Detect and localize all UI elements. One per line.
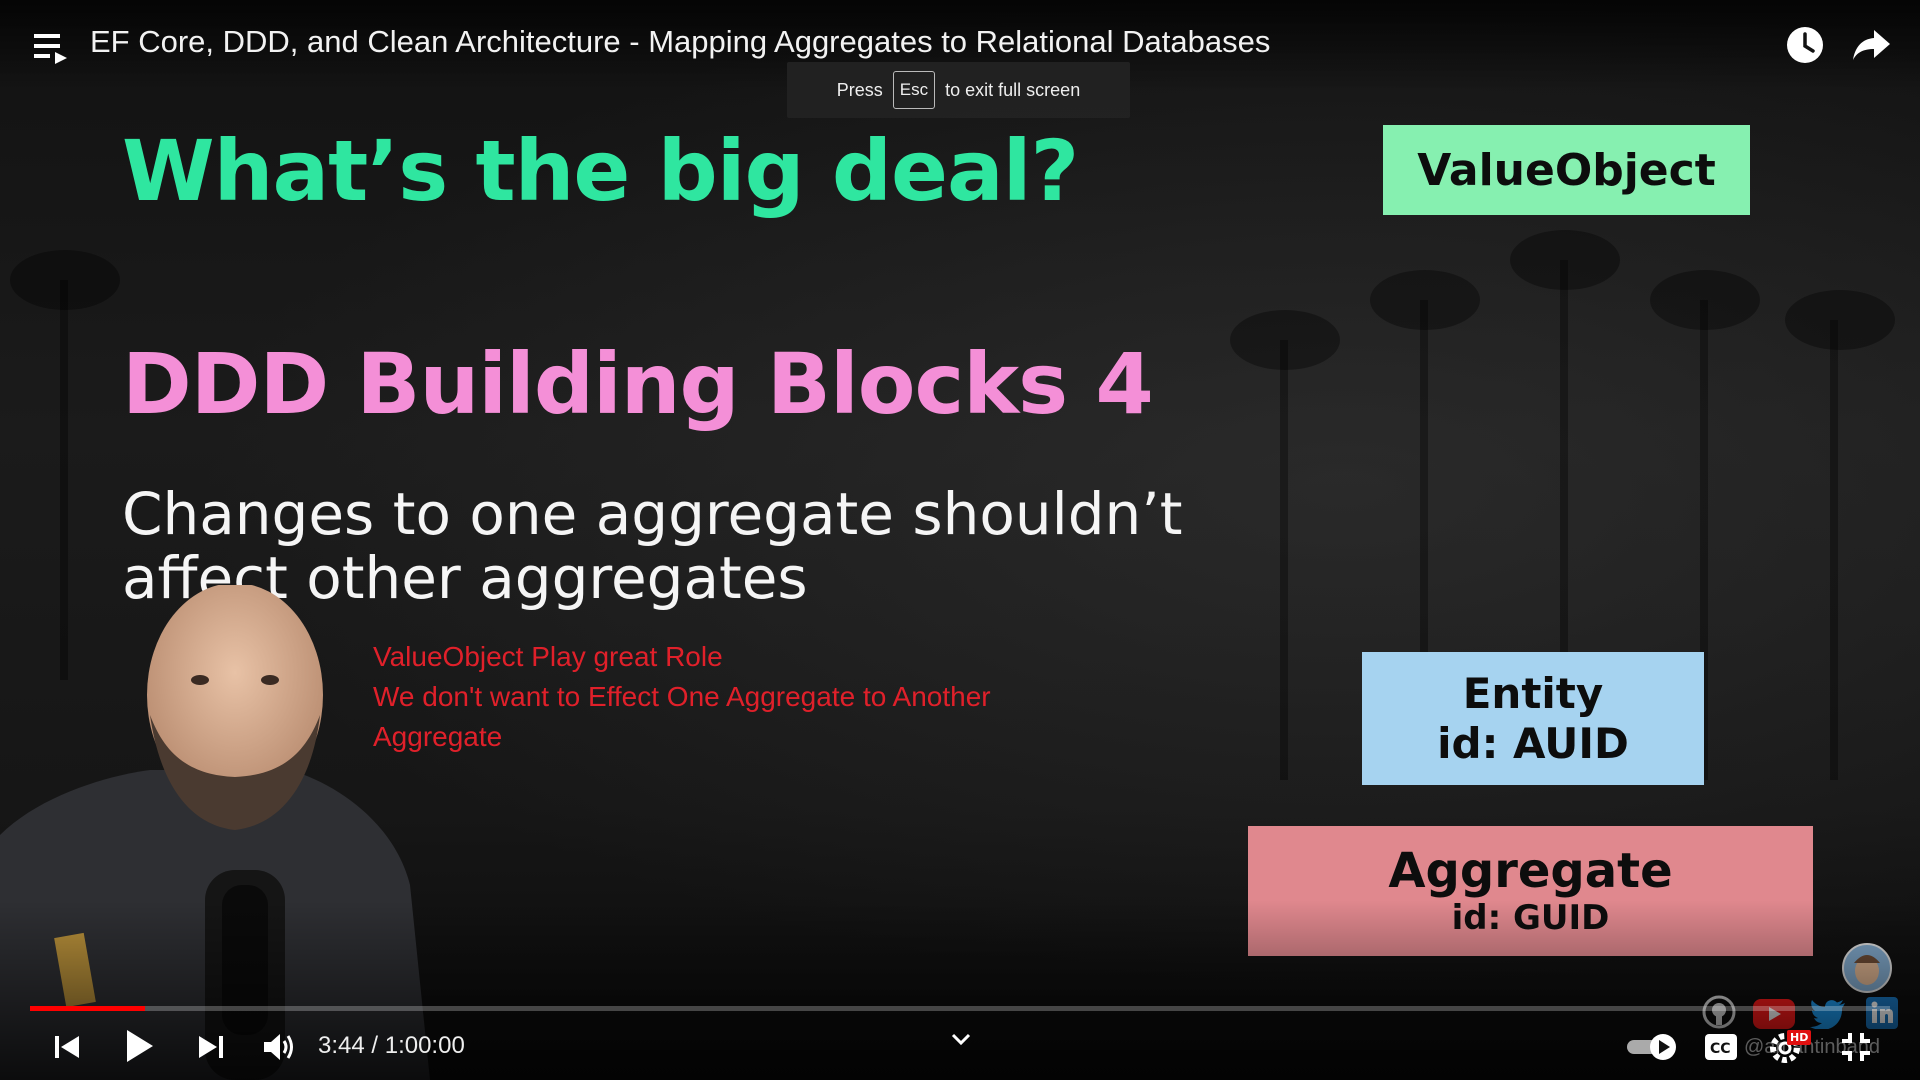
play-icon[interactable] [125, 1028, 155, 1064]
next-icon[interactable] [197, 1033, 225, 1061]
entity-id: id: AUID [1437, 718, 1629, 768]
aggregate-title: Aggregate [1388, 843, 1673, 899]
slide-heading: What’s the big deal? [122, 122, 1079, 220]
svg-text:CC: CC [1710, 1041, 1731, 1057]
progress-bar[interactable] [30, 1006, 1890, 1011]
valueobject-label: ValueObject [1417, 144, 1716, 196]
watch-later-icon[interactable] [1785, 25, 1825, 65]
fullscreen-toast: Press Esc to exit full screen [787, 62, 1130, 118]
time-display: 3:44 / 1:00:00 [318, 1032, 465, 1059]
chevron-down-icon[interactable] [950, 1032, 972, 1048]
annotation-line: We don't want to Effect One Aggregate to… [373, 681, 991, 712]
video-title[interactable]: EF Core, DDD, and Clean Architecture - M… [90, 24, 1270, 60]
entity-title: Entity [1462, 668, 1604, 718]
hd-badge: HD [1787, 1030, 1812, 1045]
previous-icon[interactable] [53, 1033, 81, 1061]
playlist-icon[interactable] [34, 32, 68, 64]
autoplay-toggle[interactable] [1625, 1032, 1681, 1062]
toast-press-text: Press [836, 79, 883, 100]
video-player[interactable]: EF Core, DDD, and Clean Architecture - M… [0, 0, 1920, 1080]
red-annotation: ValueObject Play great Role We don't wan… [373, 637, 991, 757]
volume-icon[interactable] [262, 1031, 296, 1063]
entity-box: Entity id: AUID [1362, 652, 1704, 785]
exit-fullscreen-icon[interactable] [1840, 1031, 1872, 1063]
toast-suffix-text: to exit full screen [945, 79, 1081, 100]
slide-body-line: Changes to one aggregate shouldn’t [122, 480, 1183, 548]
valueobject-box: ValueObject [1383, 125, 1750, 215]
esc-key: Esc [892, 71, 936, 109]
progress-played [30, 1006, 146, 1011]
share-icon[interactable] [1852, 28, 1892, 62]
annotation-line: Aggregate [373, 721, 503, 752]
annotation-line: ValueObject Play great Role [373, 641, 723, 672]
cc-icon[interactable]: CC [1704, 1033, 1738, 1061]
slide-subheading: DDD Building Blocks 4 [122, 335, 1154, 433]
